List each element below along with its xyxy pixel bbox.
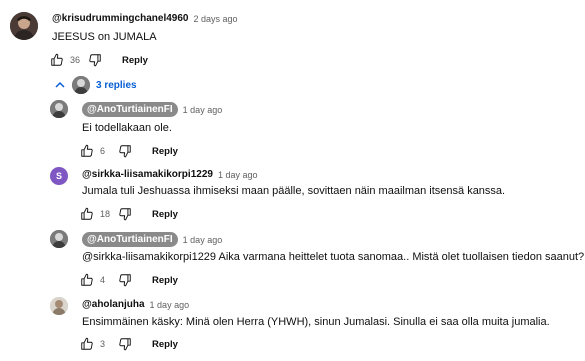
reply-button[interactable]: Reply [152,339,178,350]
thumb-up-icon[interactable] [50,53,64,67]
creator-avatar [72,76,90,94]
thumb-down-icon[interactable] [118,144,132,158]
reply-timestamp[interactable]: 1 day ago [218,170,258,180]
reply-text: Ensimmäinen käsky: Minä olen Herra (YHWH… [82,316,550,328]
reply-timestamp[interactable]: 1 day ago [150,300,190,310]
reply-text: @sirkka-liisamakikorpi1229 Aika varmana … [82,251,585,263]
thumb-down-icon[interactable] [118,273,132,287]
like-count: 3 [100,339,106,349]
thumb-down-icon[interactable] [118,207,132,221]
reply-timestamp[interactable]: 1 day ago [183,105,223,115]
like-count: 36 [70,55,81,65]
comment-author[interactable]: @krisudrummingchanel4960 [52,13,188,24]
reply-button[interactable]: Reply [152,209,178,220]
chevron-up-icon [55,81,65,88]
replies-count-label[interactable]: 3 replies [96,80,137,91]
thumb-down-icon[interactable] [88,53,102,67]
comment-text: JEESUS on JUMALA [52,31,157,43]
avatar[interactable] [50,297,68,315]
like-count: 18 [100,209,111,219]
reply-author[interactable]: @aholanjuha [82,299,145,310]
like-count: 6 [100,146,106,156]
avatar[interactable] [10,12,38,40]
comment-timestamp[interactable]: 2 days ago [193,14,237,24]
thumb-up-icon[interactable] [80,144,94,158]
thumb-up-icon[interactable] [80,207,94,221]
reply-button[interactable]: Reply [152,146,178,157]
replies-toggle-button[interactable]: 3 replies [54,76,137,94]
avatar[interactable]: S [50,167,68,185]
thumb-up-icon[interactable] [80,273,94,287]
thumb-down-icon[interactable] [118,337,132,351]
thumb-up-icon[interactable] [80,337,94,351]
reply-button[interactable]: Reply [122,55,148,66]
like-count: 4 [100,275,106,285]
reply-author[interactable]: @sirkka-liisamakikorpi1229 [82,169,213,180]
avatar-letter: S [55,171,62,181]
avatar[interactable] [50,230,68,248]
reply-author-owner[interactable]: @AnoTurtiainenFI [82,232,178,247]
reply-timestamp[interactable]: 1 day ago [183,235,223,245]
avatar[interactable] [50,100,68,118]
reply-text: Ei todellakaan ole. [82,122,172,134]
reply-button[interactable]: Reply [152,275,178,286]
reply-author-owner[interactable]: @AnoTurtiainenFI [82,102,178,117]
reply-text: Jumala tuli Jeshuassa ihmiseksi maan pää… [82,185,506,197]
